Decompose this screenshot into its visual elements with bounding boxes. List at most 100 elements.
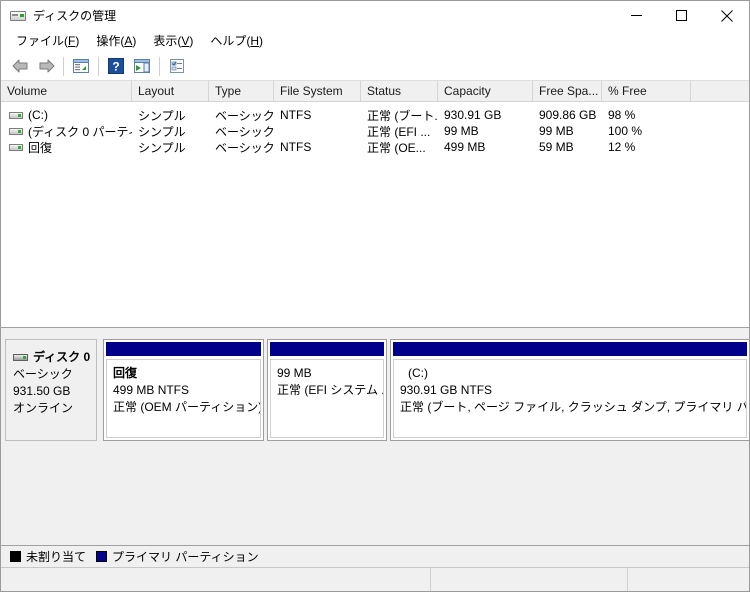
partition-status: 正常 (EFI システム パー xyxy=(277,383,383,397)
partition-efi[interactable]: 99 MB 正常 (EFI システム パー xyxy=(267,339,387,441)
legend-swatch-unallocated xyxy=(10,551,21,562)
menu-action-label: 操作( xyxy=(96,34,125,48)
column-header-freespace[interactable]: Free Spa... xyxy=(533,81,602,101)
partition-label: (C:) xyxy=(408,366,428,380)
back-arrow-icon xyxy=(12,59,27,73)
status-pane-1 xyxy=(1,568,431,591)
cell-volume-label: 回復 xyxy=(28,140,53,155)
menu-file[interactable]: ファイル(F) xyxy=(8,31,88,51)
cell-filesystem: NTFS xyxy=(280,140,312,154)
menu-view[interactable]: 表示(V) xyxy=(145,31,202,51)
volume-drive-icon xyxy=(9,108,23,122)
cell-capacity: 99 MB xyxy=(444,124,479,138)
cell-layout: シンプル xyxy=(138,124,186,139)
menu-file-paren: ) xyxy=(75,34,80,48)
show-hide-console-tree-button[interactable] xyxy=(68,54,94,78)
cell-capacity: 499 MB xyxy=(444,140,486,154)
status-bar xyxy=(1,567,749,591)
console-tree-icon xyxy=(73,59,89,73)
cell-layout: シンプル xyxy=(138,108,186,123)
legend-bar: 未割り当て プライマリ パーティション xyxy=(1,545,749,567)
cell-status: 正常 (ブート... xyxy=(367,108,438,123)
legend-item-unallocated: 未割り当て xyxy=(10,548,86,565)
table-row[interactable]: (ディスク 0 パーティシ... シンプル ベーシック 正常 (EFI ... … xyxy=(1,123,749,139)
column-header-volume[interactable]: Volume xyxy=(1,81,132,101)
cell-capacity: 930.91 GB xyxy=(444,108,502,122)
disk-row-0: ディスク 0 ベーシック 931.50 GB オンライン 回復 499 MB N… xyxy=(5,339,749,441)
window-title: ディスクの管理 xyxy=(33,9,117,23)
cell-status: 正常 (EFI ... xyxy=(367,124,431,139)
menu-help[interactable]: ヘルプ(H) xyxy=(202,31,272,51)
disk-title: ディスク 0 xyxy=(13,349,96,366)
pane-splitter[interactable] xyxy=(1,328,749,335)
properties-button[interactable] xyxy=(164,54,190,78)
partition-status: 正常 (ブート, ページ ファイル, クラッシュ ダンプ, プライマリ パーティ… xyxy=(400,400,746,414)
action-pane-icon xyxy=(134,59,150,73)
legend-swatch-primary-partition xyxy=(96,551,108,562)
cell-freespace: 99 MB xyxy=(539,124,574,138)
disk-drive-icon xyxy=(10,8,26,24)
menu-action[interactable]: 操作(A) xyxy=(88,31,145,51)
volume-drive-icon xyxy=(9,124,23,138)
cell-freespace: 909.86 GB xyxy=(539,108,597,122)
partition-size-fs: 499 MB NTFS xyxy=(113,383,190,397)
forward-button[interactable] xyxy=(33,54,59,78)
partition-size-fs: 930.91 GB NTFS xyxy=(400,383,493,397)
disk-info-panel[interactable]: ディスク 0 ベーシック 931.50 GB オンライン xyxy=(5,339,97,441)
volume-list-header: Volume Layout Type File System Status Ca… xyxy=(1,81,749,102)
table-row[interactable]: 回復 シンプル ベーシック NTFS 正常 (OE... 499 MB 59 M… xyxy=(1,139,749,155)
cell-type: ベーシック xyxy=(215,108,274,123)
partition-body: (C:) 930.91 GB NTFS 正常 (ブート, ページ ファイル, ク… xyxy=(393,359,747,438)
cell-volume: (C:) xyxy=(1,108,132,122)
maximize-icon xyxy=(676,10,687,21)
toolbar-separator-2 xyxy=(98,56,99,76)
column-header-filesystem[interactable]: File System xyxy=(274,81,361,101)
disk-management-window: ディスクの管理 ファイル(F) 操作(A) 表示(V) ヘルプ(H) ? Vol… xyxy=(0,0,750,592)
menu-action-paren: ) xyxy=(132,34,137,48)
maximize-button[interactable] xyxy=(659,1,704,30)
menu-view-label: 表示( xyxy=(153,34,182,48)
volume-drive-icon xyxy=(9,140,23,154)
back-button[interactable] xyxy=(7,54,33,78)
menu-bar: ファイル(F) 操作(A) 表示(V) ヘルプ(H) xyxy=(1,30,749,52)
column-header-status[interactable]: Status xyxy=(361,81,438,101)
column-header-spare[interactable] xyxy=(691,81,749,101)
question-mark-icon: ? xyxy=(108,58,124,74)
title-bar: ディスクの管理 xyxy=(1,1,749,30)
partition-label: 回復 xyxy=(113,366,138,380)
toolbar-separator-1 xyxy=(63,56,64,76)
column-header-capacity[interactable]: Capacity xyxy=(438,81,533,101)
disk-size: 931.50 GB xyxy=(13,384,71,398)
cell-percentfree: 100 % xyxy=(608,124,643,138)
volume-list-pane: Volume Layout Type File System Status Ca… xyxy=(1,81,749,328)
close-icon xyxy=(720,9,733,22)
partition-color-bar xyxy=(393,342,747,356)
partition-strip: 回復 499 MB NTFS 正常 (OEM パーティション) 99 MB 正常… xyxy=(103,339,749,441)
partition-recovery[interactable]: 回復 499 MB NTFS 正常 (OEM パーティション) xyxy=(103,339,264,441)
close-button[interactable] xyxy=(704,1,749,30)
properties-checklist-icon xyxy=(170,59,184,73)
partition-body: 99 MB 正常 (EFI システム パー xyxy=(270,359,384,438)
disk-name: ディスク 0 xyxy=(33,350,91,364)
cell-percentfree: 98 % xyxy=(608,108,636,122)
partition-status: 正常 (OEM パーティション) xyxy=(113,400,261,414)
legend-item-primary-partition: プライマリ パーティション xyxy=(96,548,259,565)
svg-text:?: ? xyxy=(112,60,119,74)
cell-status: 正常 (OE... xyxy=(367,140,426,155)
partition-c[interactable]: (C:) 930.91 GB NTFS 正常 (ブート, ページ ファイル, ク… xyxy=(390,339,749,441)
disk-graphic-pane: ディスク 0 ベーシック 931.50 GB オンライン 回復 499 MB N… xyxy=(1,335,749,545)
action-pane-button[interactable] xyxy=(129,54,155,78)
cell-type: ベーシック xyxy=(215,124,274,139)
partition-size-fs: 99 MB xyxy=(277,366,312,380)
table-row[interactable]: (C:) シンプル ベーシック NTFS 正常 (ブート... 930.91 G… xyxy=(1,107,749,123)
disk-icon xyxy=(13,352,29,364)
minimize-button[interactable] xyxy=(614,1,659,30)
help-button[interactable]: ? xyxy=(103,54,129,78)
toolbar-separator-3 xyxy=(159,56,160,76)
legend-label-unallocated: 未割り当て xyxy=(26,550,87,564)
column-header-type[interactable]: Type xyxy=(209,81,274,101)
column-header-layout[interactable]: Layout xyxy=(132,81,209,101)
cell-percentfree: 12 % xyxy=(608,140,636,154)
disk-type: ベーシック xyxy=(13,367,73,381)
column-header-percentfree[interactable]: % Free xyxy=(602,81,691,101)
